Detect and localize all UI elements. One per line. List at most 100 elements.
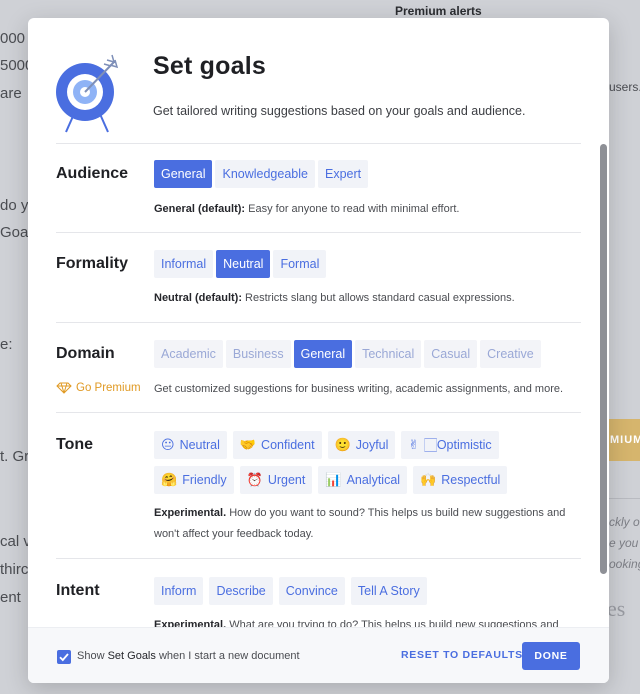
show-set-goals-checkbox[interactable]	[57, 650, 71, 664]
bg-text: e:	[0, 336, 13, 353]
tone-option-neutral[interactable]: 😐 Neutral	[154, 431, 227, 459]
intent-description: Experimental. What are you trying to do?…	[154, 615, 559, 627]
formality-description: Neutral (default): Restricts slang but a…	[154, 288, 515, 309]
desc-text: What are you trying to do? This helps us…	[226, 619, 559, 627]
bg-text: es	[607, 596, 626, 621]
formality-option-neutral[interactable]: Neutral	[216, 250, 271, 278]
diamond-icon	[56, 382, 72, 394]
go-premium-link[interactable]: Go Premium	[56, 382, 141, 394]
show-set-goals-label: Show Set Goals when I start a new docume…	[77, 650, 300, 662]
modal-title: Set goals	[153, 52, 266, 80]
tone-label: 🏻Optimistic	[424, 438, 492, 452]
bg-premium-button: MIUM	[604, 419, 640, 461]
bg-text: do y	[0, 197, 29, 214]
desc-bold: Neutral (default):	[154, 292, 242, 304]
tone-label: Friendly	[182, 473, 227, 487]
done-button[interactable]: DONE	[522, 642, 580, 670]
domain-option-business[interactable]: Business	[225, 340, 291, 368]
section-label: Formality	[56, 255, 129, 272]
section-label: Audience	[56, 165, 129, 182]
go-premium-label: Go Premium	[76, 382, 141, 394]
formality-options: Informal Neutral Formal	[154, 250, 327, 278]
tone-option-analytical[interactable]: 📊 Analytical	[318, 466, 408, 494]
neutral-face-icon: 😐	[161, 437, 175, 452]
domain-section: Domain Go Premium Academic Business Gene…	[56, 322, 581, 412]
section-label: Domain	[56, 345, 115, 362]
tone-option-respectful[interactable]: 🙌 Respectful	[413, 466, 508, 494]
alarm-clock-icon: ⏰	[246, 472, 263, 487]
audience-section: Audience General Knowledgeable Expert Ge…	[56, 143, 581, 233]
bg-text: cal v	[0, 533, 31, 550]
desc-text: How do you want to sound? This helps us …	[226, 507, 566, 519]
audience-option-general[interactable]: General	[154, 160, 213, 188]
section-label: Tone	[56, 436, 94, 453]
label-prefix: Show	[77, 650, 108, 662]
reset-to-defaults-button[interactable]: RESET TO DEFAULTS	[401, 649, 523, 661]
tone-label: Confident	[261, 438, 315, 452]
formality-section: Formality Informal Neutral Formal Neutra…	[56, 232, 581, 322]
desc-text: Restricts slang but allows standard casu…	[242, 292, 515, 304]
tone-label: Urgent	[267, 473, 306, 487]
intent-option-inform[interactable]: Inform	[154, 577, 204, 605]
tone-label: Analytical	[346, 473, 401, 487]
intent-section: Intent Inform Describe Convince Tell A S…	[56, 558, 581, 627]
bg-text: ooking	[609, 557, 640, 571]
domain-option-creative[interactable]: Creative	[480, 340, 541, 368]
tone-option-friendly[interactable]: 🤗 Friendly	[154, 466, 234, 494]
audience-description: General (default): Easy for anyone to re…	[154, 199, 459, 220]
tone-option-urgent[interactable]: ⏰ Urgent	[239, 466, 313, 494]
bg-text: users.	[609, 80, 640, 94]
intent-option-tell-a-story[interactable]: Tell A Story	[350, 577, 427, 605]
label-suffix: when I start a new document	[155, 650, 300, 662]
handshake-icon: 🤝	[239, 437, 257, 452]
intent-option-describe[interactable]: Describe	[209, 577, 273, 605]
formality-option-informal[interactable]: Informal	[154, 250, 214, 278]
bg-text: 000	[0, 30, 26, 47]
tone-option-joyful[interactable]: 🙂 Joyful	[327, 431, 396, 459]
intent-option-convince[interactable]: Convince	[278, 577, 345, 605]
tone-option-confident[interactable]: 🤝 Confident	[232, 431, 322, 459]
formality-option-formal[interactable]: Formal	[273, 250, 327, 278]
domain-description: Get customized suggestions for business …	[154, 383, 564, 395]
modal-header: Set goals Get tailored writing suggestio…	[28, 18, 609, 143]
bg-text: Premium alerts	[395, 4, 482, 18]
domain-option-casual[interactable]: Casual	[424, 340, 478, 368]
bar-chart-icon: 📊	[325, 472, 342, 487]
modal-footer: Show Set Goals when I start a new docume…	[28, 627, 609, 683]
raised-hands-icon: 🙌	[420, 472, 437, 487]
domain-option-general[interactable]: General	[293, 340, 353, 368]
desc-bold: Experimental.	[154, 619, 227, 627]
scrollbar[interactable]	[599, 142, 607, 627]
tone-options: 😐 Neutral 🤝 Confident 🙂 Joyful ✌ 🏻Optimistic…	[154, 431, 574, 494]
domain-option-academic[interactable]: Academic	[154, 340, 223, 368]
tone-section: Tone 😐 Neutral 🤝 Confident 🙂 Joyful ✌ 🏻Optim…	[56, 412, 581, 558]
tone-label: Respectful	[441, 473, 501, 487]
audience-options: General Knowledgeable Expert	[154, 160, 369, 188]
bg-divider	[604, 498, 640, 499]
audience-option-expert[interactable]: Expert	[317, 160, 369, 188]
bg-text: Goa	[0, 224, 29, 241]
desc-text-2: won't affect your feedback today.	[154, 528, 314, 540]
hugging-face-icon: 🤗	[161, 472, 178, 487]
modal-scroll-area[interactable]: Set goals Get tailored writing suggestio…	[28, 18, 609, 627]
bg-text: e you s	[609, 536, 640, 550]
section-label: Intent	[56, 582, 100, 599]
target-icon	[56, 54, 119, 133]
bg-text: t. Gr	[0, 448, 30, 465]
bg-text: ent	[0, 589, 21, 606]
label-bold: Set Goals	[107, 650, 156, 662]
bg-text: thirc	[0, 561, 29, 578]
bg-text: are	[0, 85, 22, 102]
bg-text: ckly o	[609, 515, 640, 529]
victory-hand-icon: ✌	[408, 437, 420, 452]
checkmark-icon	[59, 653, 69, 662]
tone-option-optimistic[interactable]: ✌ 🏻Optimistic	[401, 431, 499, 459]
audience-option-knowledgeable[interactable]: Knowledgeable	[215, 160, 315, 188]
intent-options: Inform Describe Convince Tell A Story	[154, 577, 427, 605]
modal-subtitle: Get tailored writing suggestions based o…	[153, 104, 526, 118]
scrollbar-thumb[interactable]	[600, 144, 607, 574]
desc-text: Easy for anyone to read with minimal eff…	[245, 203, 460, 215]
desc-bold: General (default):	[154, 203, 246, 215]
tone-label: Joyful	[355, 438, 389, 452]
domain-option-technical[interactable]: Technical	[355, 340, 422, 368]
